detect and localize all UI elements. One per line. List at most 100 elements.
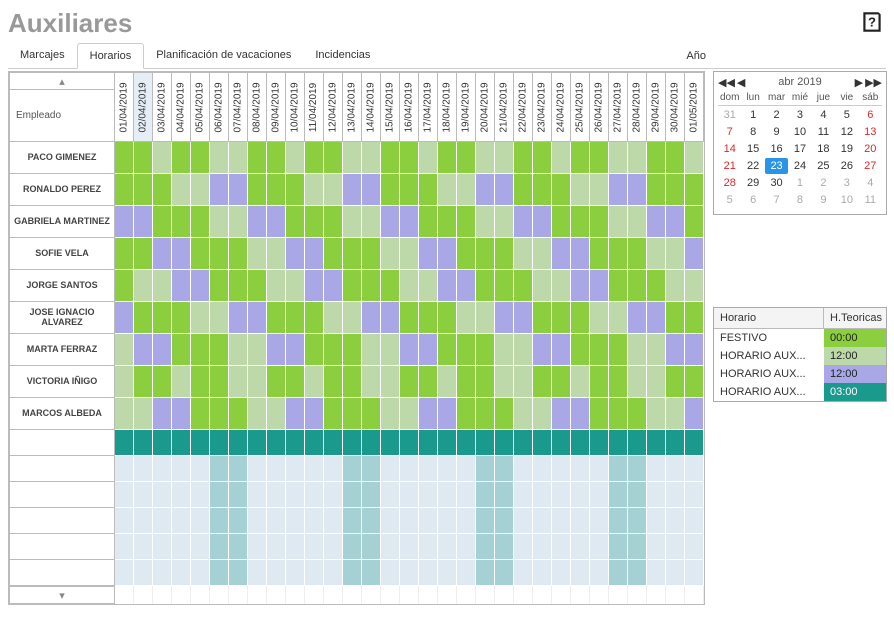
schedule-cell[interactable] — [343, 456, 362, 482]
schedule-cell[interactable] — [210, 302, 229, 334]
schedule-cell[interactable] — [457, 206, 476, 238]
schedule-cell[interactable] — [362, 334, 381, 366]
schedule-cell[interactable] — [552, 302, 571, 334]
schedule-cell[interactable] — [248, 482, 267, 508]
schedule-cell[interactable] — [457, 430, 476, 456]
schedule-cell[interactable] — [457, 334, 476, 366]
schedule-cell[interactable] — [381, 398, 400, 430]
schedule-cell[interactable] — [286, 206, 305, 238]
schedule-cell[interactable] — [647, 238, 666, 270]
date-header[interactable]: 09/04/2019 — [267, 72, 286, 142]
schedule-cell[interactable] — [172, 430, 191, 456]
schedule-cell[interactable] — [476, 560, 495, 586]
calendar-day[interactable]: 3 — [788, 107, 811, 123]
schedule-cell[interactable] — [267, 238, 286, 270]
date-header[interactable]: 15/04/2019 — [381, 72, 400, 142]
schedule-cell[interactable] — [210, 430, 229, 456]
schedule-cell[interactable] — [191, 302, 210, 334]
date-header[interactable]: 27/04/2019 — [609, 72, 628, 142]
schedule-cell[interactable] — [685, 238, 704, 270]
schedule-cell[interactable] — [685, 398, 704, 430]
schedule-cell[interactable] — [134, 560, 153, 586]
schedule-cell[interactable] — [647, 560, 666, 586]
schedule-cell[interactable] — [115, 534, 134, 560]
schedule-cell[interactable] — [267, 174, 286, 206]
schedule-cell[interactable] — [571, 238, 590, 270]
schedule-cell[interactable] — [533, 174, 552, 206]
schedule-cell[interactable] — [191, 174, 210, 206]
schedule-cell[interactable] — [438, 534, 457, 560]
schedule-cell[interactable] — [457, 534, 476, 560]
schedule-cell[interactable] — [514, 430, 533, 456]
schedule-cell[interactable] — [552, 238, 571, 270]
schedule-cell[interactable] — [628, 482, 647, 508]
schedule-cell[interactable] — [324, 430, 343, 456]
schedule-cell[interactable] — [153, 456, 172, 482]
schedule-cell[interactable] — [286, 366, 305, 398]
calendar-day[interactable]: 11 — [859, 192, 882, 208]
schedule-cell[interactable] — [286, 534, 305, 560]
schedule-cell[interactable] — [514, 238, 533, 270]
schedule-cell[interactable] — [571, 174, 590, 206]
calendar-day[interactable]: 7 — [765, 192, 788, 208]
schedule-cell[interactable] — [400, 398, 419, 430]
schedule-cell[interactable] — [191, 482, 210, 508]
schedule-cell[interactable] — [229, 270, 248, 302]
schedule-cell[interactable] — [457, 302, 476, 334]
tab-planificación-de-vacaciones[interactable]: Planificación de vacaciones — [144, 43, 303, 68]
schedule-cell[interactable] — [647, 430, 666, 456]
schedule-cell[interactable] — [685, 508, 704, 534]
schedule-cell[interactable] — [305, 560, 324, 586]
schedule-cell[interactable] — [476, 334, 495, 366]
schedule-cell[interactable] — [495, 270, 514, 302]
calendar-day[interactable]: 23 — [765, 158, 788, 174]
schedule-cell[interactable] — [286, 456, 305, 482]
schedule-cell[interactable] — [590, 206, 609, 238]
schedule-cell[interactable] — [628, 142, 647, 174]
schedule-cell[interactable] — [248, 560, 267, 586]
schedule-cell[interactable] — [438, 270, 457, 302]
schedule-cell[interactable] — [381, 142, 400, 174]
schedule-cell[interactable] — [191, 456, 210, 482]
schedule-cell[interactable] — [134, 456, 153, 482]
schedule-cell[interactable] — [172, 270, 191, 302]
schedule-cell[interactable] — [286, 302, 305, 334]
calendar-day[interactable]: 4 — [859, 175, 882, 191]
employee-cell[interactable]: MARCOS ALBEDA — [9, 398, 115, 430]
calendar-day[interactable]: 28 — [718, 175, 741, 191]
schedule-cell[interactable] — [419, 334, 438, 366]
schedule-cell[interactable] — [115, 482, 134, 508]
calendar-day[interactable]: 18 — [812, 141, 835, 157]
employee-cell[interactable]: JORGE SANTOS — [9, 270, 115, 302]
schedule-cell[interactable] — [571, 366, 590, 398]
schedule-cell[interactable] — [362, 398, 381, 430]
schedule-cell[interactable] — [666, 270, 685, 302]
schedule-cell[interactable] — [590, 238, 609, 270]
schedule-cell[interactable] — [400, 174, 419, 206]
schedule-cell[interactable] — [476, 302, 495, 334]
schedule-cell[interactable] — [210, 142, 229, 174]
schedule-cell[interactable] — [172, 456, 191, 482]
schedule-cell[interactable] — [210, 334, 229, 366]
schedule-cell[interactable] — [609, 482, 628, 508]
schedule-cell[interactable] — [229, 482, 248, 508]
schedule-cell[interactable] — [324, 398, 343, 430]
schedule-cell[interactable] — [210, 174, 229, 206]
schedule-cell[interactable] — [362, 270, 381, 302]
schedule-cell[interactable] — [514, 142, 533, 174]
schedule-cell[interactable] — [229, 206, 248, 238]
schedule-cell[interactable] — [134, 142, 153, 174]
schedule-cell[interactable] — [590, 430, 609, 456]
schedule-cell[interactable] — [495, 398, 514, 430]
schedule-cell[interactable] — [685, 456, 704, 482]
schedule-cell[interactable] — [343, 534, 362, 560]
schedule-cell[interactable] — [343, 302, 362, 334]
schedule-cell[interactable] — [267, 302, 286, 334]
schedule-cell[interactable] — [362, 206, 381, 238]
schedule-cell[interactable] — [191, 238, 210, 270]
tab-incidencias[interactable]: Incidencias — [303, 43, 382, 68]
schedule-cell[interactable] — [324, 508, 343, 534]
schedule-cell[interactable] — [533, 142, 552, 174]
schedule-cell[interactable] — [571, 398, 590, 430]
schedule-cell[interactable] — [647, 366, 666, 398]
